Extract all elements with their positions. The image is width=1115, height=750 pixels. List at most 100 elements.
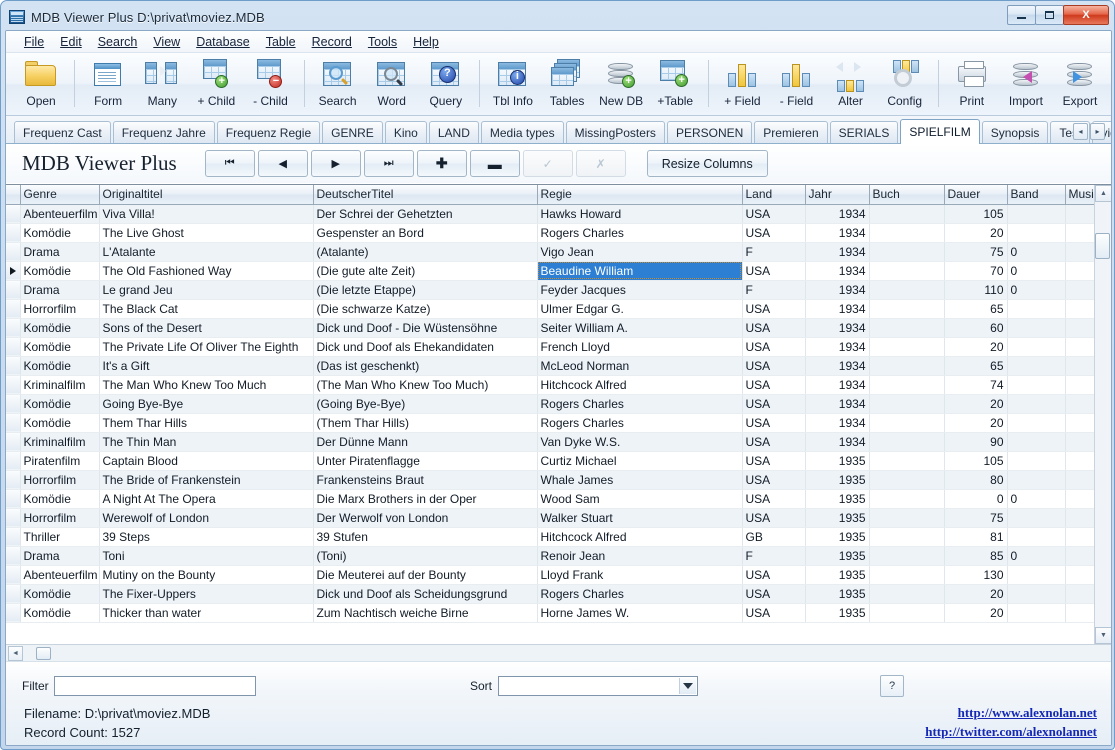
cell-buch[interactable] [869, 451, 945, 471]
cell-band[interactable] [1007, 223, 1066, 243]
cell-land[interactable]: USA [742, 508, 806, 528]
previous-record-button[interactable]: ◀ [257, 150, 308, 177]
cell-regie[interactable]: Beaudine William [537, 261, 743, 281]
toolbar-word-button[interactable]: Word [365, 55, 419, 115]
menu-record[interactable]: Record [304, 33, 360, 51]
cell-regie[interactable]: Renoir Jean [537, 546, 743, 566]
cell-buch[interactable] [869, 470, 945, 490]
tab-scroll-left-button[interactable]: ◂ [1073, 123, 1088, 140]
cell-deutschertitel[interactable]: Der Werwolf von London [313, 508, 538, 528]
table-row[interactable]: Thriller 39 Steps 39 Stufen Hitchcock Alfre… [6, 527, 1111, 547]
cell-genre[interactable]: Abenteuerfilm [20, 565, 100, 585]
cell-band[interactable]: 0 [1007, 242, 1066, 262]
cell-deutschertitel[interactable]: (Them Thar Hills) [313, 413, 538, 433]
menu-table[interactable]: Table [258, 33, 304, 51]
table-row[interactable]: Abenteuerfilm Mutiny on the Bounty Die Meu… [6, 565, 1111, 585]
menu-help[interactable]: Help [405, 33, 447, 51]
tab-media-types[interactable]: Media types [480, 121, 564, 143]
row-selector[interactable] [6, 603, 21, 623]
cell-land[interactable]: USA [742, 470, 806, 490]
cell-dauer[interactable]: 70 [944, 261, 1008, 281]
cell-originaltitel[interactable]: The Bride of Frankenstein [99, 470, 314, 490]
column-header-buch[interactable]: Buch [869, 185, 945, 205]
cell-regie[interactable]: Horne James W. [537, 603, 743, 623]
cell-buch[interactable] [869, 337, 945, 357]
last-record-button[interactable]: ⏭ [363, 150, 414, 177]
cell-dauer[interactable]: 75 [944, 242, 1008, 262]
cell-genre[interactable]: Drama [20, 546, 100, 566]
cell-land[interactable]: USA [742, 565, 806, 585]
cell-land[interactable]: USA [742, 413, 806, 433]
cell-originaltitel[interactable]: The Live Ghost [99, 223, 314, 243]
cell-jahr[interactable]: 1934 [805, 394, 870, 414]
cell-originaltitel[interactable]: The Old Fashioned Way [99, 261, 314, 281]
cell-regie[interactable]: French Lloyd [537, 337, 743, 357]
cell-regie[interactable]: Vigo Jean [537, 242, 743, 262]
toolbar-config-button[interactable]: Config [878, 55, 932, 115]
tab-missing-posters[interactable]: MissingPosters [565, 121, 665, 143]
cell-dauer[interactable]: 75 [944, 508, 1008, 528]
toolbar-add-child-button[interactable]: + + Child [189, 55, 243, 115]
cell-land[interactable]: USA [742, 375, 806, 395]
cell-dauer[interactable]: 20 [944, 394, 1008, 414]
cell-deutschertitel[interactable]: Gespenster an Bord [313, 223, 538, 243]
cell-originaltitel[interactable]: Werewolf of London [99, 508, 314, 528]
cell-band[interactable] [1007, 470, 1066, 490]
cell-originaltitel[interactable]: Toni [99, 546, 314, 566]
cell-jahr[interactable]: 1935 [805, 603, 870, 623]
cell-genre[interactable]: Komödie [20, 223, 100, 243]
cell-dauer[interactable]: 60 [944, 318, 1008, 338]
tab-synopsis[interactable]: Synopsis [981, 121, 1049, 143]
cell-buch[interactable] [869, 489, 945, 509]
menu-tools[interactable]: Tools [360, 33, 405, 51]
row-selector[interactable] [6, 584, 21, 604]
cell-deutschertitel[interactable]: (Das ist geschenkt) [313, 356, 538, 376]
cell-buch[interactable] [869, 413, 945, 433]
cell-deutschertitel[interactable]: Der Dünne Mann [313, 432, 538, 452]
cell-deutschertitel[interactable]: Dick und Doof als Ehekandidaten [313, 337, 538, 357]
cell-genre[interactable]: Komödie [20, 337, 100, 357]
tab-frequenz-regie[interactable]: Frequenz Regie [216, 121, 321, 143]
tab-kino[interactable]: Kino [384, 121, 427, 143]
cell-genre[interactable]: Horrorfilm [20, 508, 100, 528]
table-row[interactable]: Horrorfilm The Bride of Frankenstein Frank… [6, 470, 1111, 490]
insert-record-button[interactable]: ✚ [416, 150, 467, 177]
cell-band[interactable] [1007, 204, 1066, 224]
row-selector[interactable] [6, 280, 21, 300]
cell-deutschertitel[interactable]: Frankensteins Braut [313, 470, 538, 490]
toolbar-remove-field-button[interactable]: - Field [769, 55, 823, 115]
cell-dauer[interactable]: 90 [944, 432, 1008, 452]
cell-regie[interactable]: Hitchcock Alfred [537, 527, 743, 547]
cell-band[interactable]: 0 [1007, 546, 1066, 566]
cell-land[interactable]: USA [742, 432, 806, 452]
cell-buch[interactable] [869, 394, 945, 414]
cell-land[interactable]: USA [742, 394, 806, 414]
horizontal-scroll-thumb[interactable] [36, 646, 51, 660]
cell-regie[interactable]: Lloyd Frank [537, 565, 743, 585]
column-header-jahr[interactable]: Jahr [805, 185, 870, 205]
current-row-indicator[interactable] [6, 261, 21, 281]
toolbar-many-button[interactable]: Many [135, 55, 189, 115]
cell-dauer[interactable]: 0 [944, 489, 1008, 509]
cell-band[interactable]: 0 [1007, 261, 1066, 281]
cell-deutschertitel[interactable]: (Atalante) [313, 242, 538, 262]
cell-dauer[interactable]: 81 [944, 527, 1008, 547]
cell-jahr[interactable]: 1934 [805, 432, 870, 452]
cell-band[interactable] [1007, 337, 1066, 357]
cell-regie[interactable]: Ulmer Edgar G. [537, 299, 743, 319]
cell-regie[interactable]: Walker Stuart [537, 508, 743, 528]
cell-jahr[interactable]: 1935 [805, 546, 870, 566]
first-record-button[interactable]: ⏮ [204, 150, 255, 177]
cell-genre[interactable]: Piratenfilm [20, 451, 100, 471]
cell-originaltitel[interactable]: Them Thar Hills [99, 413, 314, 433]
tab-frequenz-cast[interactable]: Frequenz Cast [14, 121, 111, 143]
cell-band[interactable] [1007, 299, 1066, 319]
toolbar-remove-child-button[interactable]: − - Child [243, 55, 297, 115]
table-row[interactable]: Komödie Going Bye-Bye (Going Bye-Bye) Roger… [6, 394, 1111, 414]
toolbar-search-button[interactable]: Search [311, 55, 365, 115]
cell-originaltitel[interactable]: The Fixer-Uppers [99, 584, 314, 604]
cell-band[interactable] [1007, 603, 1066, 623]
cell-buch[interactable] [869, 546, 945, 566]
cell-genre[interactable]: Komödie [20, 413, 100, 433]
cell-band[interactable] [1007, 356, 1066, 376]
